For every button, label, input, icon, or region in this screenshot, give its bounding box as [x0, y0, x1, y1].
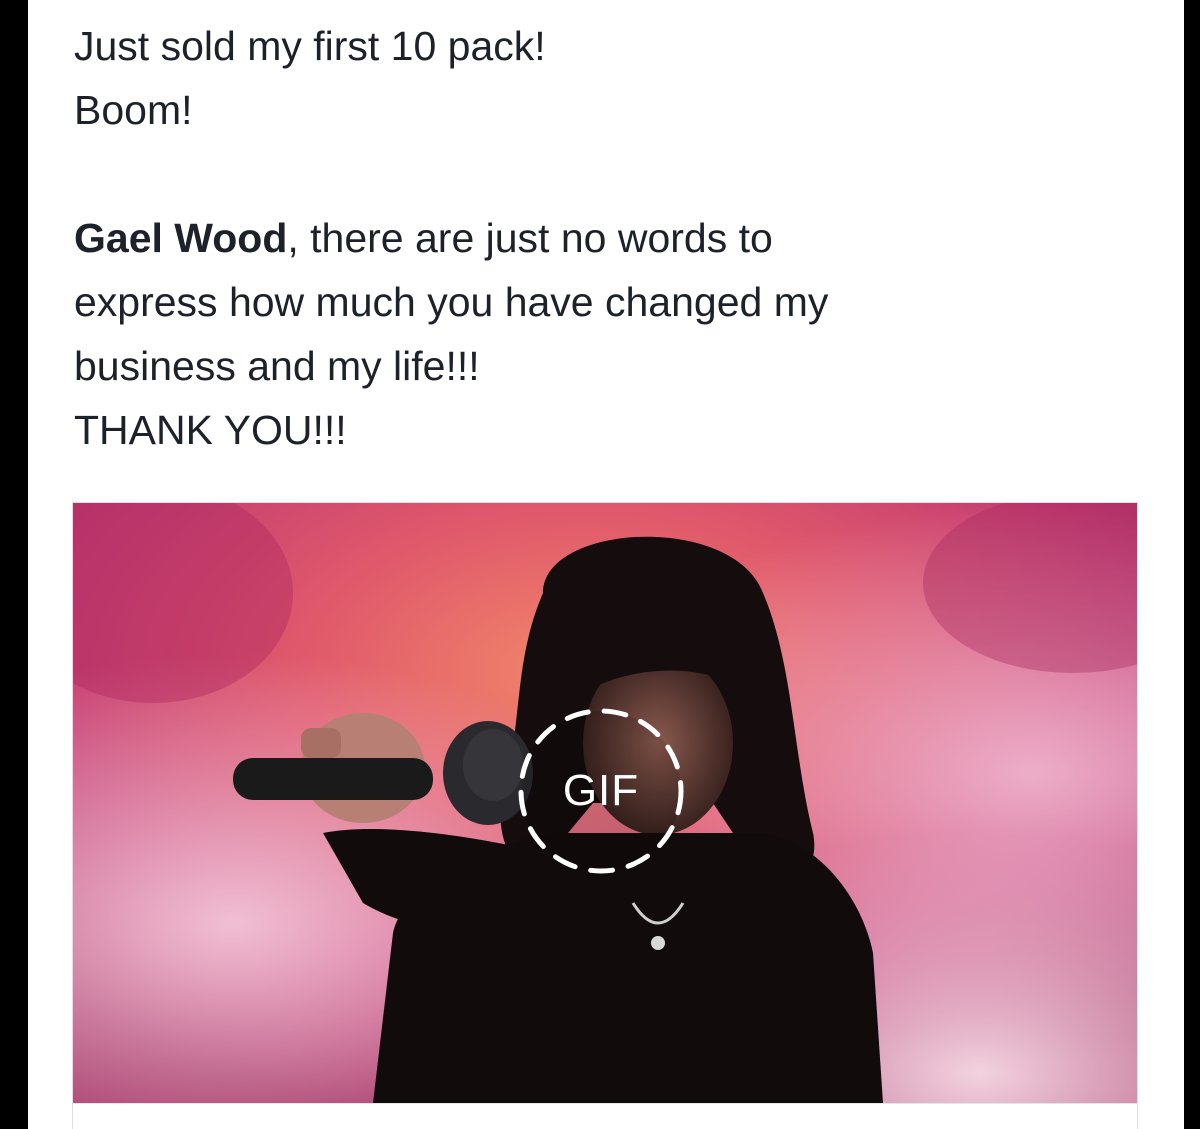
gif-attachment-footer	[73, 1103, 1137, 1129]
post-message: Just sold my first 10 pack! Boom! Gael W…	[74, 14, 1154, 462]
post-card: Just sold my first 10 pack! Boom! Gael W…	[28, 0, 1184, 1129]
post-line-rest: , there are just no words to	[287, 215, 773, 261]
post-spacer	[74, 142, 1154, 206]
gif-preview-image[interactable]: GIF	[73, 503, 1137, 1103]
post-line: express how much you have changed my	[74, 279, 829, 325]
post-line: Just sold my first 10 pack!	[74, 23, 546, 69]
post-line: Boom!	[74, 87, 193, 133]
post-line: Gael Wood, there are just no words to	[74, 206, 1154, 270]
post-line: THANK YOU!!!	[74, 407, 347, 453]
gif-play-badge[interactable]: GIF	[513, 703, 689, 879]
gif-label: GIF	[562, 766, 640, 815]
user-mention-link[interactable]: Gael Wood	[74, 215, 287, 261]
gif-attachment[interactable]: GIF	[72, 502, 1138, 1129]
post-line: business and my life!!!	[74, 343, 480, 389]
